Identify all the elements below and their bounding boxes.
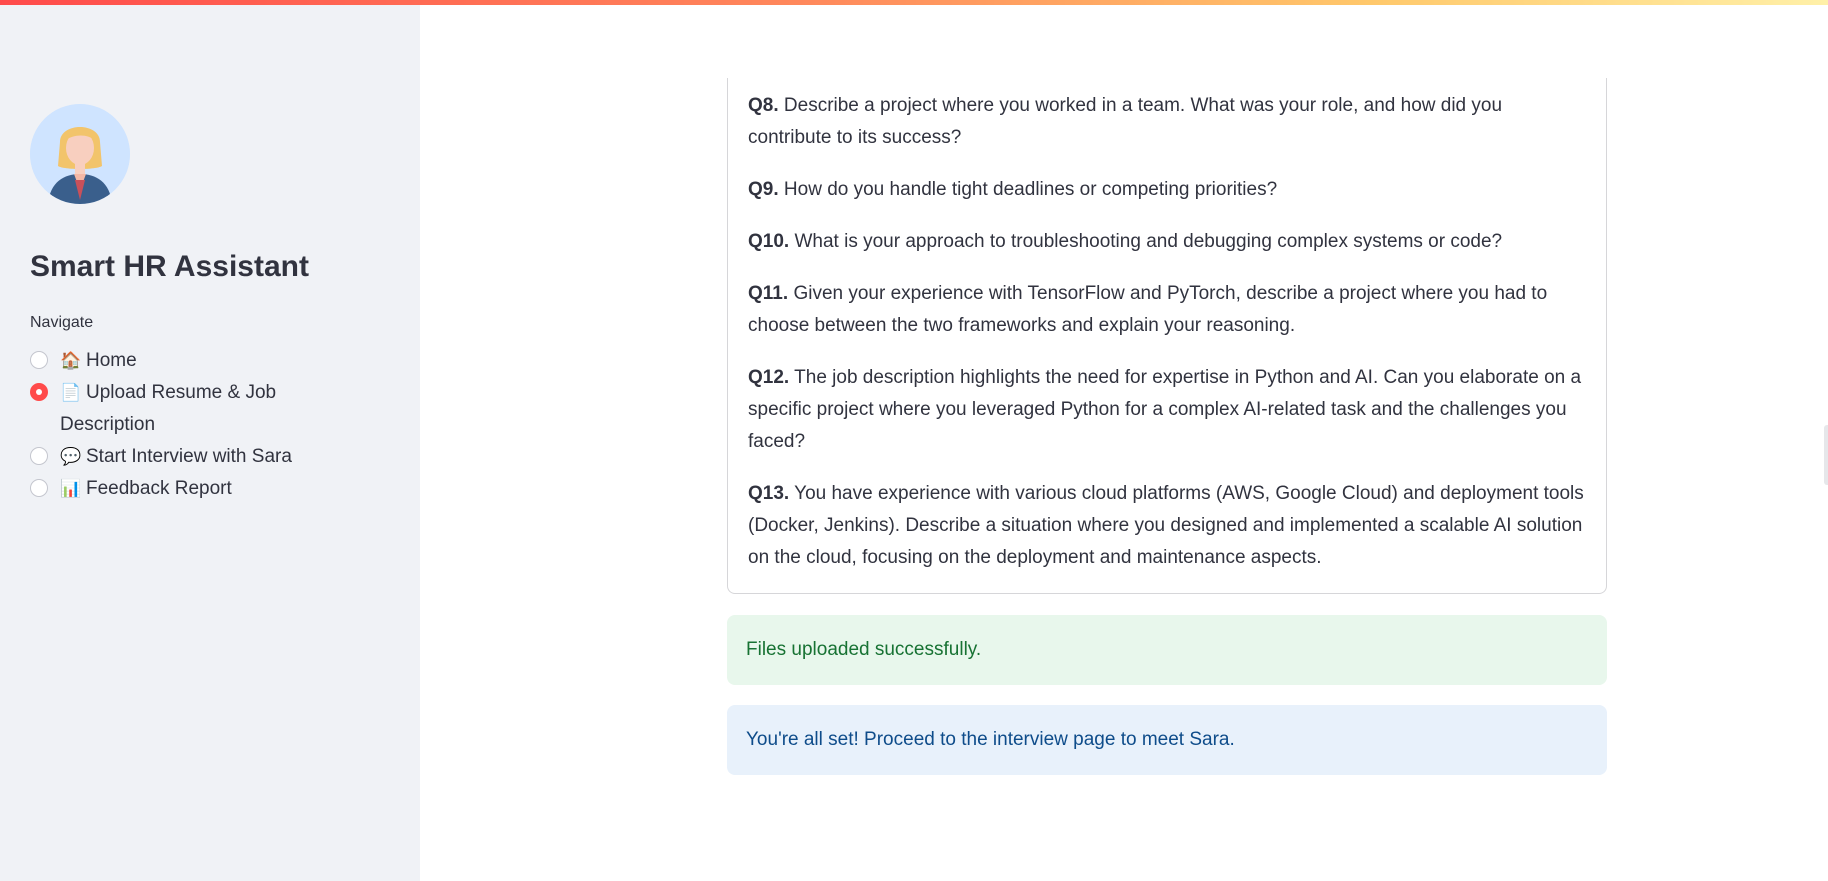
nav-item-home[interactable]: 🏠 Home [30,345,370,377]
question-number: Q13. [748,483,790,504]
nav-item-label: Start Interview with Sara [86,446,292,467]
success-alert: Files uploaded successfully. [727,615,1607,685]
nav-item-start-interview[interactable]: 💬 Start Interview with Sara [30,441,370,473]
main-content: Q8. Describe a project where you worked … [420,5,1828,881]
nav-item-label: Upload Resume & Job Description [60,382,277,435]
question-item: Q13. You have experience with various cl… [748,478,1586,574]
question-item: Q8. Describe a project where you worked … [748,90,1586,154]
info-alert: You're all set! Proceed to the interview… [727,705,1607,775]
navigation-radio-group: 🏠 Home 📄 Upload Resume & Job Description 💬… [30,345,370,505]
question-item: Q10. What is your approach to troublesho… [748,226,1586,258]
nav-item-upload-resume[interactable]: 📄 Upload Resume & Job Description [30,377,370,441]
avatar-icon [30,104,130,204]
document-icon: 📄 [60,383,82,402]
sidebar: Smart HR Assistant Navigate 🏠 Home 📄 Uploa… [0,5,420,881]
question-text: How do you handle tight deadlines or com… [783,179,1278,200]
question-number: Q12. [748,367,790,388]
radio-button[interactable] [30,351,48,369]
question-number: Q8. [748,95,779,116]
question-text: What is your approach to troubleshooting… [794,231,1503,252]
navigate-label: Navigate [30,314,94,331]
home-icon: 🏠 [60,351,82,370]
question-number: Q10. [748,231,790,252]
app-title: Smart HR Assistant [30,250,309,283]
question-text: Describe a project where you worked in a… [748,95,1503,148]
question-text: Given your experience with TensorFlow an… [748,283,1548,336]
radio-button-selected[interactable] [30,383,48,401]
bar-chart-icon: 📊 [60,479,82,498]
question-text: The job description highlights the need … [748,367,1582,452]
question-number: Q11. [748,283,789,304]
radio-button[interactable] [30,479,48,497]
avatar [30,104,130,204]
question-text: You have experience with various cloud p… [748,483,1584,568]
scroll-handle[interactable] [1824,425,1828,485]
nav-item-feedback-report[interactable]: 📊 Feedback Report [30,473,370,505]
radio-button[interactable] [30,447,48,465]
nav-item-label: Feedback Report [86,478,232,499]
questions-container[interactable]: Q8. Describe a project where you worked … [727,78,1607,594]
question-item: Q11. Given your experience with TensorFl… [748,278,1586,342]
question-item: Q12. The job description highlights the … [748,362,1586,458]
question-number: Q9. [748,179,779,200]
nav-item-label: Home [86,350,137,371]
speech-bubble-icon: 💬 [60,447,82,466]
question-item: Q9. How do you handle tight deadlines or… [748,174,1586,206]
